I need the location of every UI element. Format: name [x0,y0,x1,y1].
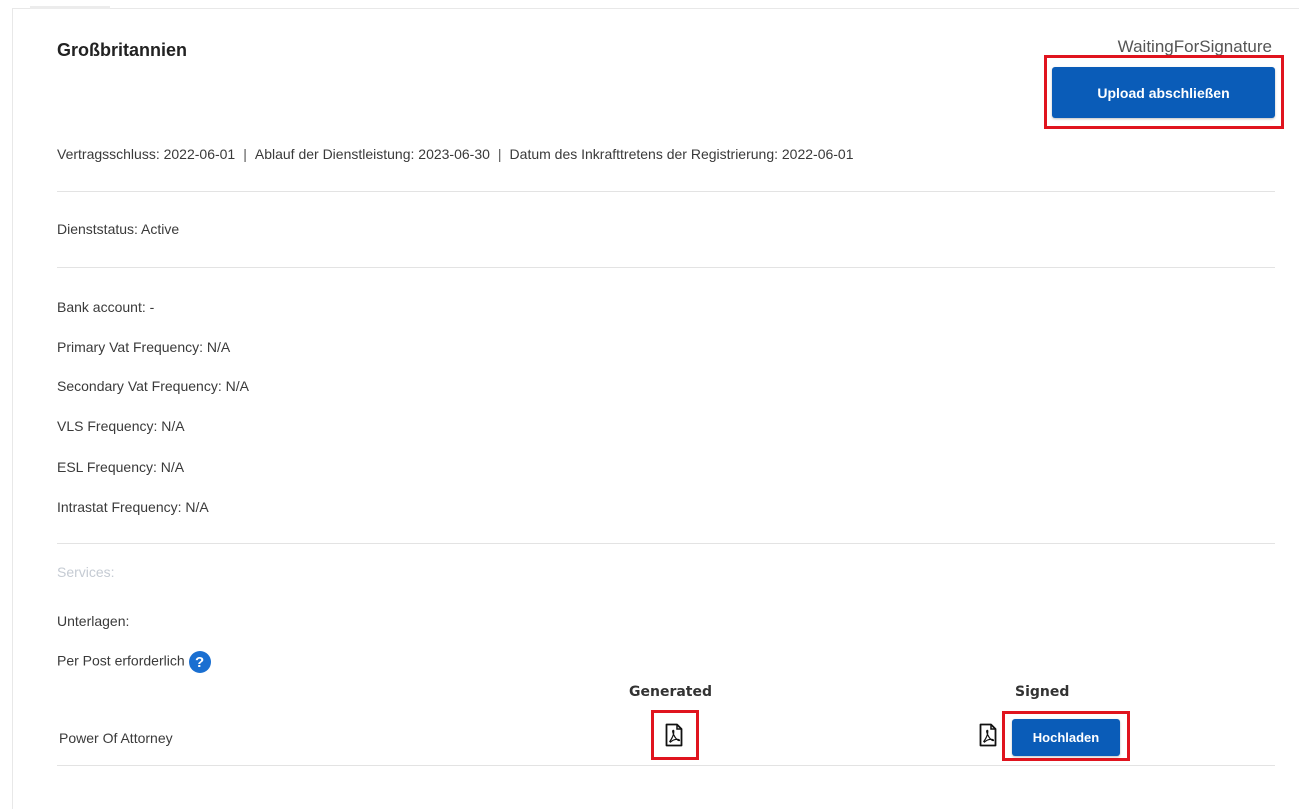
question-circle-icon[interactable]: ? [188,651,211,673]
documents-label: Unterlagen: [57,613,130,629]
upload-signed-button[interactable]: Hochladen [1012,719,1120,756]
separator: | [243,146,247,162]
signed-pdf-icon[interactable] [979,723,997,747]
card-tab-edge [30,6,110,9]
upload-complete-button[interactable]: Upload abschließen [1052,67,1275,118]
service-status: Dienststatus: Active [57,221,180,237]
service-expiry-date: Ablauf der Dienstleistung: 2023-06-30 [254,146,490,162]
divider [57,191,1275,192]
intrastat-frequency: Intrastat Frequency: N/A [57,499,209,515]
secondary-vat-frequency: Secondary Vat Frequency: N/A [57,378,249,394]
bank-account: Bank account: - [57,299,155,315]
by-post-required: Per Post erforderlich? [57,651,211,673]
primary-vat-frequency: Primary Vat Frequency: N/A [57,339,231,355]
column-header-generated: Generated [629,684,713,700]
esl-frequency: ESL Frequency: N/A [57,459,185,475]
separator: | [497,146,502,162]
column-header-signed: Signed [1015,684,1070,700]
dates-line: Vertragsschluss: 2022-06-01 | Ablauf der D… [57,146,854,162]
divider [57,543,1275,544]
contract-date: Vertragsschluss: 2022-06-01 [57,146,236,162]
generated-pdf-icon[interactable] [665,723,683,747]
vls-frequency: VLS Frequency: N/A [57,418,185,434]
services-label: Services: [57,564,115,580]
by-post-label: Per Post erforderlich [57,652,185,669]
country-title: Großbritannien [57,40,187,60]
registration-effective-date: Datum des Inkrafttretens der Registrieru… [509,146,854,162]
divider [57,267,1275,268]
document-name: Power Of Attorney [59,730,173,746]
registration-status: WaitingForSignature [1117,37,1272,56]
divider [57,765,1275,766]
